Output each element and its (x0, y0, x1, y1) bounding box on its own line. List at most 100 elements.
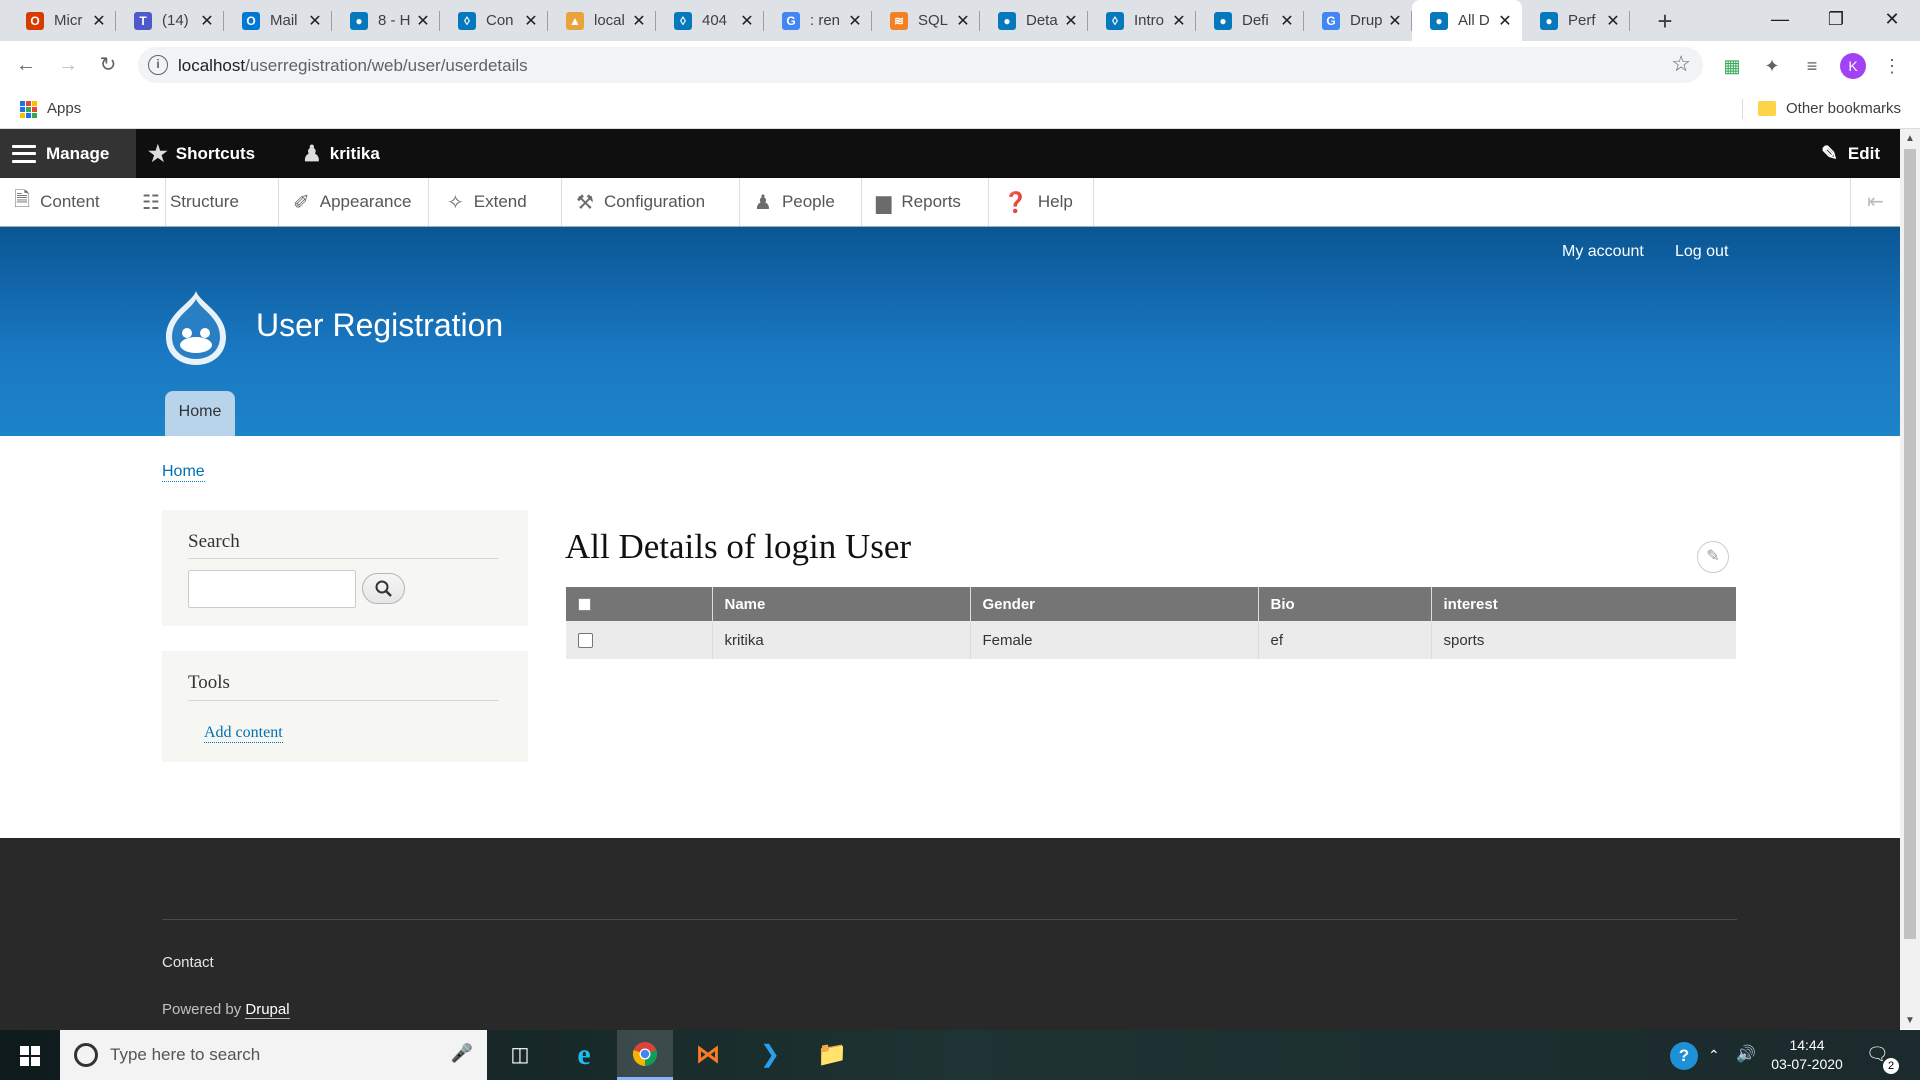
taskbar-search-box[interactable]: Type here to search 🎤 (60, 1030, 487, 1080)
select-all-checkbox[interactable] (578, 598, 591, 612)
bookmarks-divider (1742, 99, 1743, 119)
browser-tab[interactable]: G: ren ✕ (764, 0, 872, 41)
browser-tab[interactable]: G Drup ✕ (1304, 0, 1412, 41)
microphone-icon[interactable]: 🎤 (451, 1043, 473, 1064)
chrome-taskbar-icon[interactable] (617, 1030, 673, 1080)
url-text[interactable]: localhost/userregistration/web/user/user… (178, 56, 528, 76)
browser-tab[interactable]: ◊ Intro ✕ (1088, 0, 1196, 41)
search-submit-button[interactable] (362, 573, 405, 604)
browser-tab[interactable]: T (14) ✕ (116, 0, 224, 41)
tab-title: Micr (54, 12, 83, 29)
drupal-link[interactable]: Drupal (245, 1001, 290, 1019)
page-scrollbar[interactable]: ▲ ▼ (1900, 129, 1920, 1029)
reload-button[interactable]: ↻ (94, 51, 122, 79)
site-name[interactable]: User Registration (256, 307, 503, 344)
tray-item-extend[interactable]: ✧ Extend (433, 178, 562, 226)
shortcuts-button[interactable]: ★ Shortcuts (148, 129, 255, 178)
vscode-icon[interactable]: ❯ (742, 1030, 798, 1080)
back-button[interactable]: ← (12, 51, 40, 79)
browser-tab[interactable]: ▲ local ✕ (548, 0, 656, 41)
search-block: Search (162, 510, 528, 626)
help-tray-icon[interactable]: ? (1670, 1042, 1698, 1070)
media-control-icon[interactable]: ≡ (1800, 54, 1824, 78)
column-header-gender[interactable]: Gender (970, 587, 1259, 621)
tab-close-icon[interactable]: ✕ (954, 11, 972, 31)
column-header-interest[interactable]: interest (1431, 587, 1736, 621)
new-tab-button[interactable]: + (1650, 6, 1680, 36)
tab-close-icon[interactable]: ✕ (1386, 11, 1404, 31)
apps-grid-icon[interactable] (20, 101, 37, 118)
tab-close-icon[interactable]: ✕ (1496, 11, 1514, 31)
tab-close-icon[interactable]: ✕ (1278, 11, 1296, 31)
browser-tab[interactable]: ● Defi ✕ (1196, 0, 1304, 41)
close-window-button[interactable]: ✕ (1864, 0, 1920, 41)
add-content-link[interactable]: Add content (204, 724, 283, 743)
browser-tab[interactable]: ● All D ✕ (1412, 0, 1522, 41)
extensions-puzzle-icon[interactable]: ✦ (1760, 54, 1784, 78)
tray-item-people[interactable]: ♟ People (740, 178, 862, 226)
breadcrumb-home[interactable]: Home (162, 463, 205, 482)
log-out-link[interactable]: Log out (1675, 243, 1728, 261)
tray-item-structure[interactable]: ☷ Structure (130, 178, 279, 226)
browser-tab[interactable]: O Mail ✕ (224, 0, 332, 41)
main-nav-home[interactable]: Home (165, 391, 235, 436)
scrollbar-thumb[interactable] (1904, 149, 1916, 939)
show-hidden-icons-chevron-icon[interactable]: ⌃ (1708, 1030, 1720, 1080)
site-info-icon[interactable]: i (148, 55, 168, 75)
minimize-button[interactable]: — (1752, 0, 1808, 41)
edit-button[interactable]: ✎ Edit (1821, 129, 1880, 178)
manage-button[interactable]: Manage (0, 129, 136, 178)
browser-tab[interactable]: ● Perf ✕ (1522, 0, 1630, 41)
column-header-name[interactable]: Name (712, 587, 971, 621)
search-input[interactable] (188, 570, 356, 608)
drupal-logo[interactable] (160, 289, 232, 367)
maximize-button[interactable]: ❐ (1808, 0, 1864, 41)
tab-close-icon[interactable]: ✕ (198, 11, 216, 31)
extension-icon[interactable]: ▦ (1720, 54, 1744, 78)
xampp-icon[interactable]: ⋈ (680, 1030, 736, 1080)
browser-tab[interactable]: ◊ Con ✕ (440, 0, 548, 41)
chrome-menu-icon[interactable]: ⋮ (1880, 54, 1904, 78)
scroll-up-icon[interactable]: ▲ (1900, 133, 1920, 144)
row-checkbox[interactable] (578, 633, 593, 649)
browser-tab[interactable]: ◊ 404 ✕ (656, 0, 764, 41)
tab-close-icon[interactable]: ✕ (846, 11, 864, 31)
tab-favicon-icon: ◊ (674, 11, 692, 30)
contextual-edit-pencil-icon[interactable]: ✎ (1697, 541, 1729, 573)
tray-item-configuration[interactable]: ⚒ Configuration (562, 178, 740, 226)
browser-tab[interactable]: ● 8 - H ✕ (332, 0, 440, 41)
internet-explorer-icon[interactable]: e (556, 1030, 612, 1080)
tab-close-icon[interactable]: ✕ (522, 11, 540, 31)
tab-close-icon[interactable]: ✕ (1170, 11, 1188, 31)
user-menu-button[interactable]: ♟ kritika (302, 129, 380, 178)
tray-item-help[interactable]: ❓ Help (989, 178, 1094, 226)
file-explorer-icon[interactable]: 📁 (804, 1030, 860, 1080)
address-bar[interactable]: i localhost/userregistration/web/user/us… (138, 47, 1703, 83)
forward-button[interactable]: → (54, 51, 82, 79)
tab-close-icon[interactable]: ✕ (738, 11, 756, 31)
my-account-link[interactable]: My account (1562, 243, 1644, 261)
tab-close-icon[interactable]: ✕ (1604, 11, 1622, 31)
volume-icon[interactable]: 🔊 (1736, 1030, 1756, 1080)
apps-bookmark[interactable]: Apps (47, 100, 81, 117)
start-button[interactable] (0, 1030, 60, 1080)
footer-contact-link[interactable]: Contact (162, 954, 214, 971)
bookmark-star-icon[interactable]: ☆ (1671, 51, 1691, 77)
taskbar-clock[interactable]: 14:44 03-07-2020 (1770, 1036, 1844, 1074)
tab-close-icon[interactable]: ✕ (1062, 11, 1080, 31)
tray-item-appearance[interactable]: ✐ Appearance (279, 178, 429, 226)
profile-avatar[interactable]: K (1840, 53, 1866, 79)
browser-tab[interactable]: ● Deta ✕ (980, 0, 1088, 41)
browser-tab[interactable]: ≋ SQL ✕ (872, 0, 980, 41)
tab-close-icon[interactable]: ✕ (414, 11, 432, 31)
task-view-icon[interactable]: ◫ (492, 1030, 548, 1080)
browser-tab[interactable]: O Micr ✕ (8, 0, 116, 41)
tab-close-icon[interactable]: ✕ (90, 11, 108, 31)
tab-close-icon[interactable]: ✕ (630, 11, 648, 31)
tray-item-reports[interactable]: ▆ Reports (862, 178, 989, 226)
scroll-down-icon[interactable]: ▼ (1900, 1015, 1920, 1026)
column-header-bio[interactable]: Bio (1258, 587, 1432, 621)
tab-close-icon[interactable]: ✕ (306, 11, 324, 31)
other-bookmarks[interactable]: Other bookmarks (1786, 100, 1901, 117)
tray-collapse-icon[interactable]: ⇤ (1850, 178, 1900, 226)
